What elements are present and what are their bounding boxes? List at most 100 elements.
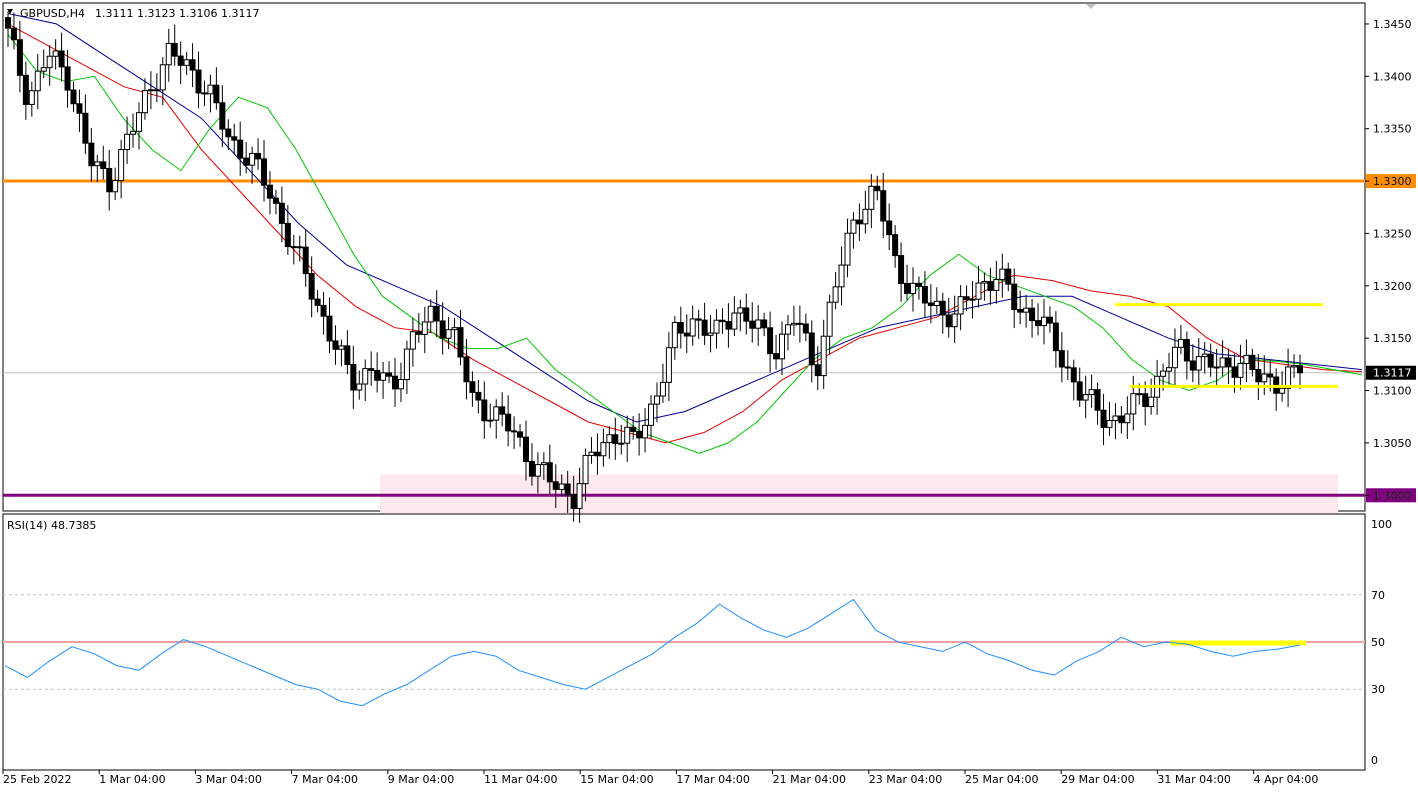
candle-body: [231, 136, 238, 141]
candle-body: [528, 461, 535, 477]
candle-body: [850, 219, 857, 234]
candle-body: [517, 431, 524, 438]
candle-body: [52, 50, 59, 57]
price-tick-label: 1.3350: [1373, 123, 1412, 136]
candle-body: [814, 364, 821, 377]
candle-body: [1088, 389, 1095, 396]
candle-body: [350, 364, 357, 391]
candle-body: [534, 464, 541, 477]
candle-body: [511, 430, 518, 433]
candle-body: [183, 59, 190, 66]
candle-body: [1195, 356, 1202, 371]
candle-body: [1017, 308, 1024, 313]
candle-body: [16, 39, 23, 76]
candle-body: [618, 442, 625, 445]
candle-body: [570, 494, 577, 509]
candle-body: [1255, 369, 1262, 383]
candle-body: [915, 282, 922, 287]
candle-body: [999, 268, 1006, 281]
time-tick-label: 7 Mar 04:00: [292, 773, 358, 786]
candle-body: [648, 403, 655, 426]
candle-body: [1064, 366, 1071, 369]
candle-body: [1201, 353, 1208, 358]
candle-body: [499, 406, 506, 415]
candle-body: [743, 307, 750, 322]
candle-body: [624, 426, 631, 444]
candle-body: [1213, 366, 1220, 369]
candle-body: [540, 462, 547, 466]
candle-body: [1225, 357, 1232, 368]
candle-body: [1183, 339, 1190, 362]
time-tick-label: 29 Mar 04:00: [1061, 773, 1134, 786]
support-zone: [380, 474, 1338, 514]
candle-body: [1243, 354, 1250, 364]
candle-body: [1207, 353, 1214, 368]
candle-body: [207, 84, 214, 95]
candle-body: [1011, 283, 1018, 310]
candle-body: [463, 356, 470, 383]
price-tick-label: 1.3400: [1373, 70, 1412, 83]
candle-body: [88, 142, 95, 167]
candle-body: [1249, 354, 1256, 371]
candle-body: [677, 322, 684, 334]
rsi-label: RSI(14) 48.7385: [7, 519, 96, 532]
candle-body: [1237, 362, 1244, 378]
candle-body: [153, 89, 160, 92]
candle-body: [546, 462, 553, 483]
candle-body: [784, 324, 791, 335]
candle-body: [659, 381, 666, 397]
candle-body: [249, 152, 256, 166]
rsi-tick-label: 30: [1371, 683, 1385, 696]
candle-body: [237, 139, 244, 159]
candle-body: [141, 90, 148, 114]
ohlc-label: 1.3111 1.3123 1.3106 1.3117: [95, 7, 259, 20]
candle-body: [64, 66, 71, 91]
candle-body: [1142, 393, 1149, 408]
candle-body: [909, 282, 916, 294]
candle-body: [636, 430, 643, 439]
candle-body: [22, 74, 29, 105]
candle-body: [505, 413, 512, 432]
candle-body: [606, 434, 613, 444]
candle-body: [124, 133, 131, 151]
time-tick-label: 4 Apr 04:00: [1254, 773, 1319, 786]
candle-body: [177, 55, 184, 66]
candle-body: [1148, 396, 1155, 408]
candle-body: [320, 304, 327, 317]
candle-body: [314, 298, 321, 306]
candle-body: [1279, 387, 1286, 394]
candle-body: [171, 42, 178, 57]
candle-body: [1171, 346, 1178, 369]
candle-body: [689, 318, 696, 337]
candle-body: [1261, 373, 1268, 383]
candle-body: [147, 89, 154, 92]
candle-body: [362, 368, 369, 385]
candle-body: [564, 483, 571, 496]
candle-body: [308, 273, 315, 300]
candle-body: [34, 70, 41, 92]
rsi-tick-label: 70: [1371, 589, 1385, 602]
time-tick-label: 15 Mar 04:00: [580, 773, 653, 786]
candle-body: [576, 483, 583, 509]
candle-body: [808, 332, 815, 366]
candle-body: [802, 323, 809, 334]
time-tick-label: 9 Mar 04:00: [388, 773, 454, 786]
candle-body: [975, 282, 982, 300]
price-tick-label: 1.3100: [1373, 385, 1412, 398]
candle-body: [451, 327, 458, 331]
candle-body: [261, 158, 268, 186]
candle-body: [201, 92, 208, 95]
candle-body: [749, 320, 756, 329]
candle-body: [296, 246, 303, 249]
candle-body: [421, 321, 428, 335]
candle-body: [904, 282, 911, 294]
price-chart: 1.33001.3000 1.34501.34001.33501.33001.3…: [2, 2, 1416, 786]
candle-body: [195, 69, 202, 94]
candle-body: [880, 190, 887, 222]
candle-body: [665, 347, 672, 383]
price-tick-label: 1.3300: [1373, 175, 1412, 188]
candle-body: [475, 391, 482, 401]
candle-body: [40, 67, 47, 72]
candle-body: [1035, 320, 1042, 327]
candle-body: [945, 314, 952, 328]
